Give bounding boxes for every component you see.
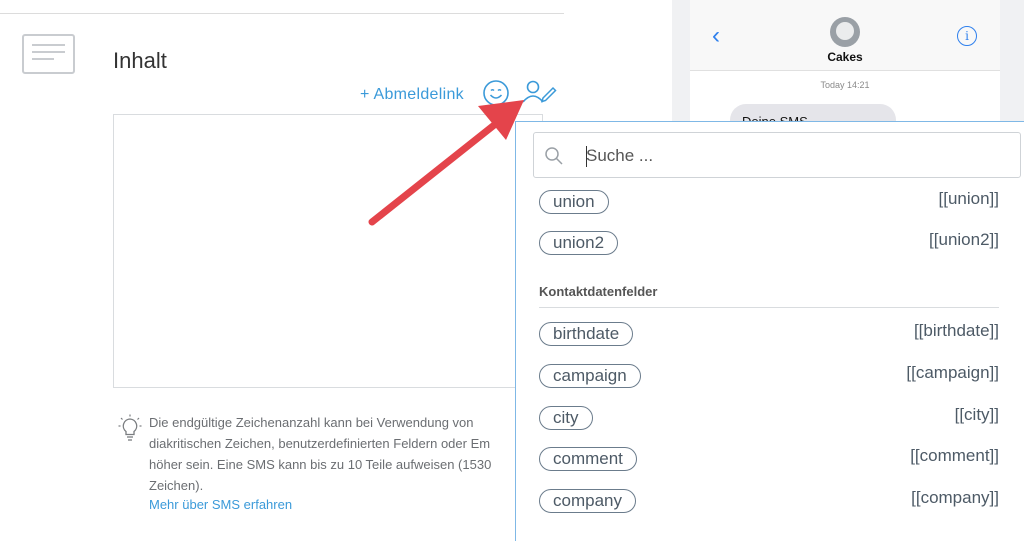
field-option-city[interactable]: city [[city]] <box>539 404 999 432</box>
field-placeholder-code: [[city]] <box>954 405 999 424</box>
sms-content-textarea[interactable] <box>113 114 543 388</box>
section-title: Inhalt <box>113 48 167 73</box>
field-chip: comment <box>539 447 637 471</box>
field-option-comment[interactable]: comment [[comment]] <box>539 445 999 473</box>
back-chevron-icon[interactable]: ‹ <box>712 22 720 50</box>
personalization-field-icon[interactable] <box>521 78 557 108</box>
hint-line: diakritischen Zeichen, benutzerdefiniert… <box>149 436 491 451</box>
search-icon <box>545 147 563 165</box>
field-chip: union <box>539 190 609 214</box>
emoji-icon[interactable] <box>482 79 510 107</box>
personalization-dropdown: union [[union]] union2 [[union2]] Kontak… <box>515 121 1024 541</box>
contact-avatar <box>830 17 860 47</box>
field-placeholder-code: [[union2]] <box>929 230 999 249</box>
top-divider <box>0 13 564 14</box>
hint-line: Die endgültige Zeichenanzahl kann bei Ve… <box>149 415 474 430</box>
hint-line: höher sein. Eine SMS kann bis zu 10 Teil… <box>149 457 492 472</box>
group-heading-contact-fields: Kontaktdatenfelder <box>539 284 658 299</box>
field-placeholder-code: [[comment]] <box>910 446 999 465</box>
sms-message-icon <box>22 34 75 74</box>
hint-line: Zeichen). <box>149 478 204 493</box>
search-input[interactable] <box>584 141 1008 171</box>
contact-name: Cakes <box>827 50 863 64</box>
character-count-hint: Die endgültige Zeichenanzahl kann bei Ve… <box>149 412 519 496</box>
message-timestamp: Today 14:21 <box>820 80 870 90</box>
search-field[interactable] <box>533 132 1021 178</box>
phone-header: ‹ Cakes i <box>690 0 1000 71</box>
field-placeholder-code: [[company]] <box>911 488 999 507</box>
field-option-company[interactable]: company [[company]] <box>539 487 999 515</box>
field-placeholder-code: [[birthdate]] <box>913 321 999 340</box>
field-chip: union2 <box>539 231 619 255</box>
field-chip: birthdate <box>539 322 634 346</box>
field-chip: campaign <box>539 364 641 388</box>
field-option-birthdate[interactable]: birthdate [[birthdate]] <box>539 320 999 348</box>
group-divider <box>539 307 999 308</box>
field-placeholder-code: [[union]] <box>938 189 1000 208</box>
learn-more-sms-link[interactable]: Mehr über SMS erfahren <box>149 497 292 512</box>
info-icon[interactable]: i <box>957 26 977 46</box>
field-chip: city <box>539 406 593 430</box>
field-option-union2[interactable]: union2 [[union2]] <box>539 229 999 257</box>
field-option-campaign[interactable]: campaign [[campaign]] <box>539 362 999 390</box>
add-unsubscribe-link[interactable]: + Abmeldelink <box>360 86 464 104</box>
lightbulb-icon <box>118 414 142 444</box>
field-option-union[interactable]: union [[union]] <box>539 188 999 216</box>
field-chip: company <box>539 489 636 513</box>
field-placeholder-code: [[campaign]] <box>906 363 999 382</box>
